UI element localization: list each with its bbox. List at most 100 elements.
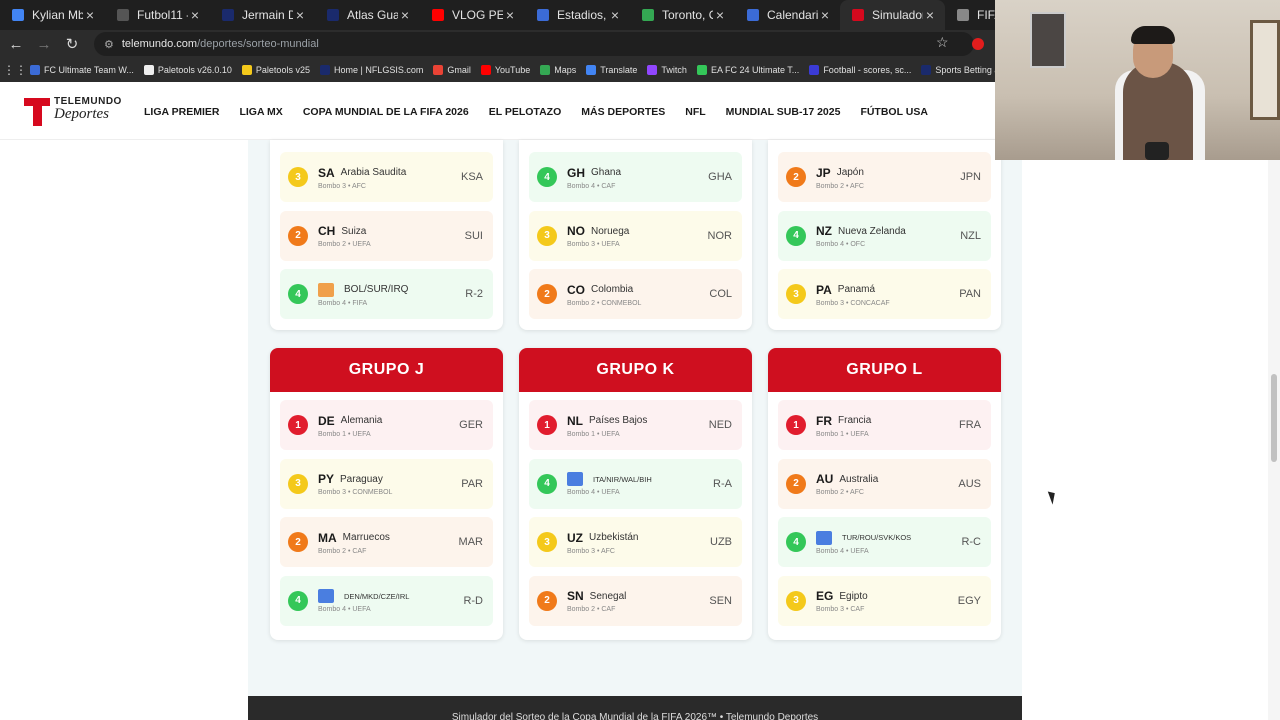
tab-title: Estadios, sedes xyxy=(557,8,608,22)
tab-close-icon[interactable]: × xyxy=(608,7,622,23)
bookmark-item[interactable]: EA FC 24 Ultimate T... xyxy=(696,65,799,75)
tab-close-icon[interactable]: × xyxy=(503,7,517,23)
team-abbreviation: PAR xyxy=(461,477,483,490)
team-row[interactable]: 2 CO Colombia Bombo 2 • CONMEBOL COL xyxy=(529,269,742,320)
bookmark-item[interactable]: Football - scores, sc... xyxy=(809,65,911,75)
team-row[interactable]: 1 DE Alemania Bombo 1 • UEFA GER xyxy=(280,400,493,450)
bookmark-item[interactable]: Twitch xyxy=(647,65,687,75)
team-row[interactable]: 2 AU Australia Bombo 2 • AFC AUS xyxy=(778,458,991,509)
back-arrow-icon[interactable]: ← xyxy=(4,32,28,56)
team-row[interactable]: 3 UZ Uzbekistán Bombo 3 • AFC UZB xyxy=(529,517,742,568)
team-row[interactable]: 1 NL Países Bajos Bombo 1 • UEFA NED xyxy=(529,400,742,450)
extension-icon[interactable] xyxy=(972,38,984,50)
team-row[interactable]: 3 EG Egipto Bombo 3 • CAF EGY xyxy=(778,575,991,626)
team-row[interactable]: 4 DEN/MKD/CZE/IRL Bombo 4 • UEFA R-D xyxy=(280,575,493,626)
url-host: telemundo.com xyxy=(121,38,198,50)
team-row[interactable]: 4 BOL/SUR/IRQ Bombo 4 • FIFA R-2 xyxy=(280,269,493,320)
team-row[interactable]: 2 JP Japón Bombo 2 • AFC JPN xyxy=(778,152,991,202)
menu-item[interactable]: EL PELOTAZO xyxy=(489,106,562,118)
telemundo-deportes-logo[interactable]: TELEMUNDO Deportes xyxy=(24,96,122,126)
bookmark-favicon-icon xyxy=(540,65,551,75)
browser-tab[interactable]: Futbol11 - Daily× xyxy=(105,0,210,30)
menu-item[interactable]: LIGA PREMIER xyxy=(144,106,219,118)
pot-badge: 4 xyxy=(288,284,308,305)
tab-close-icon[interactable]: × xyxy=(398,7,412,23)
bookmark-item[interactable]: YouTube xyxy=(480,65,531,75)
bookmark-item[interactable]: Translate xyxy=(586,65,637,75)
bookmark-star-icon[interactable]: ☆ xyxy=(936,34,949,51)
team-abbreviation: KSA xyxy=(460,171,483,183)
menu-item[interactable]: NFL xyxy=(685,106,705,118)
team-pot-confederation: Bombo 4 • CAF xyxy=(567,182,616,190)
bookmark-item[interactable]: Gmail xyxy=(433,65,471,75)
team-row[interactable]: 3 PA Panamá Bombo 3 • CONCACAF PAN xyxy=(778,269,991,320)
bookmark-label: Paletools v26.0.10 xyxy=(157,65,232,75)
bookmark-label: Football - scores, sc... xyxy=(823,65,912,75)
browser-tab[interactable]: Kylian Mbappé× xyxy=(0,0,105,30)
tab-title: Futbol11 - Daily xyxy=(137,8,188,22)
footer-text: Simulador del Sorteo de la Copa Mundial … xyxy=(451,712,819,720)
team-name: Nueva Zelanda xyxy=(838,225,906,237)
browser-tab[interactable]: VLOG PERU FIN× xyxy=(420,0,525,30)
site-info-icon[interactable]: ⚙ xyxy=(104,38,114,51)
menu-item[interactable]: COPA MUNDIAL DE LA FIFA 2026 xyxy=(303,106,469,118)
browser-tab[interactable]: Calendario y fixt× xyxy=(735,0,840,30)
team-row[interactable]: 3 PY Paraguay Bombo 3 • CONMEBOL PAR xyxy=(280,458,493,509)
apps-grid-icon[interactable]: ⋮⋮ xyxy=(0,63,30,77)
reload-icon[interactable]: ↻ xyxy=(60,32,84,56)
tab-title: Calendario y fixt xyxy=(767,8,818,22)
group-card: 4 GH Ghana Bombo 4 • CAF GHA 3 NO Noruega Bombo … xyxy=(519,140,752,330)
pot-badge: 3 xyxy=(537,225,557,246)
page-scrollbar[interactable] xyxy=(1268,140,1280,720)
menu-item[interactable]: MÁS DEPORTES xyxy=(581,106,665,118)
team-row[interactable]: 3 NO Noruega Bombo 3 • UEFA NOR xyxy=(529,210,742,261)
team-pot-confederation: Bombo 1 • UEFA xyxy=(567,430,620,438)
tab-close-icon[interactable]: × xyxy=(293,7,307,23)
team-row[interactable]: 2 CH Suiza Bombo 2 • UEFA SUI xyxy=(280,210,493,261)
bookmark-item[interactable]: Paletools v25 xyxy=(241,65,310,75)
team-row[interactable]: 4 ITA/NIR/WAL/BIH Bombo 4 • UEFA R-A xyxy=(529,458,742,509)
tab-close-icon[interactable]: × xyxy=(83,7,97,23)
pot-badge: 1 xyxy=(288,415,308,435)
team-name: Uzbekistán xyxy=(589,532,639,544)
team-code: CO xyxy=(567,282,585,297)
group-card: GRUPO L 1 FR Francia Bombo 1 • UEFA FRA 2 AU Aus… xyxy=(768,348,1001,640)
bookmark-favicon-icon xyxy=(480,65,491,75)
bookmark-label: YouTube xyxy=(494,65,531,75)
tab-close-icon[interactable]: × xyxy=(713,7,727,23)
bookmark-item[interactable]: Maps xyxy=(540,65,576,75)
browser-tab[interactable]: Toronto, Ontario× xyxy=(630,0,735,30)
menu-item[interactable]: FÚTBOL USA xyxy=(860,106,927,118)
bookmark-item[interactable]: FC Ultimate Team W... xyxy=(30,65,134,75)
bookmark-item[interactable]: Home | NFLGSIS.com xyxy=(319,65,423,75)
tab-close-icon[interactable]: × xyxy=(188,7,202,23)
pot-badge: 2 xyxy=(786,167,806,187)
team-pot-confederation: Bombo 4 • UEFA xyxy=(816,547,869,555)
team-code: JP xyxy=(816,165,831,180)
team-row[interactable]: 1 FR Francia Bombo 1 • UEFA FRA xyxy=(778,400,991,450)
browser-tab[interactable]: Estadios, sedes× xyxy=(525,0,630,30)
team-row[interactable]: 4 TUR/ROU/SVK/KOS Bombo 4 • UEFA R-C xyxy=(778,517,991,568)
menu-item[interactable]: LIGA MX xyxy=(239,106,282,118)
team-row[interactable]: 4 GH Ghana Bombo 4 • CAF GHA xyxy=(529,152,742,202)
tab-close-icon[interactable]: × xyxy=(818,7,832,23)
forward-arrow-icon[interactable]: → xyxy=(32,32,56,56)
tab-favicon-icon xyxy=(642,9,654,21)
menu-item[interactable]: MUNDIAL SUB-17 2025 xyxy=(726,106,841,118)
scrollbar-thumb[interactable] xyxy=(1271,374,1277,462)
team-code: AU xyxy=(816,472,834,487)
bookmark-label: Twitch xyxy=(661,65,687,75)
bookmark-item[interactable]: Paletools v26.0.10 xyxy=(143,65,232,75)
team-row[interactable]: 3 SA Arabia Saudita Bombo 3 • AFC KSA xyxy=(280,152,493,202)
team-row[interactable]: 4 NZ Nueva Zelanda Bombo 4 • OFC NZL xyxy=(778,210,991,261)
browser-tab[interactable]: Jermain Defoe× xyxy=(210,0,315,30)
browser-tab[interactable]: Atlas Guadalaja× xyxy=(315,0,420,30)
bookmark-favicon-icon xyxy=(809,65,820,75)
tab-close-icon[interactable]: × xyxy=(923,7,937,23)
team-name: Arabia Saudita xyxy=(340,167,407,178)
team-row[interactable]: 2 SN Senegal Bombo 2 • CAF SEN xyxy=(529,575,742,626)
address-bar[interactable]: ⚙ telemundo.com/deportes/sorteo-mundial xyxy=(94,32,974,56)
team-row[interactable]: 2 MA Marruecos Bombo 2 • CAF MAR xyxy=(280,517,493,568)
team-pot-confederation: Bombo 4 • UEFA xyxy=(318,606,371,614)
browser-tab[interactable]: Simulador del S× xyxy=(840,0,945,30)
